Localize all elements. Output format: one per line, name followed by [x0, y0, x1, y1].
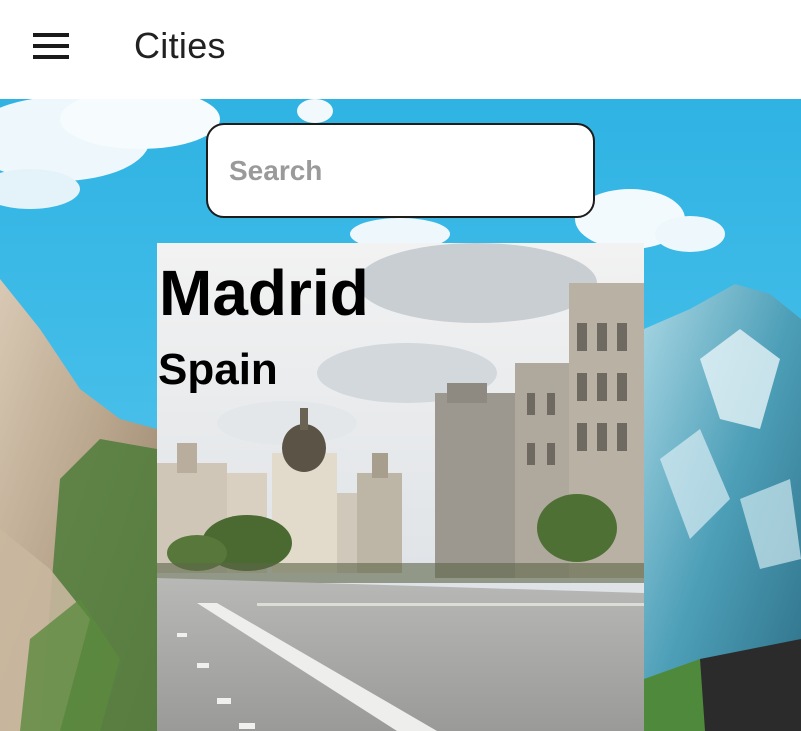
search-field[interactable] — [206, 123, 595, 218]
search-input[interactable] — [227, 153, 571, 188]
app-screen: Cities Search Madrid Spain — [0, 0, 801, 731]
country-name: Spain — [158, 345, 278, 394]
city-card[interactable]: Madrid Spain — [157, 243, 644, 731]
app-bar: Cities — [0, 0, 801, 99]
city-name: Madrid — [159, 257, 369, 329]
menu-button[interactable] — [22, 22, 80, 70]
hamburger-menu-icon — [33, 33, 69, 59]
page-title: Cities — [134, 25, 226, 66]
